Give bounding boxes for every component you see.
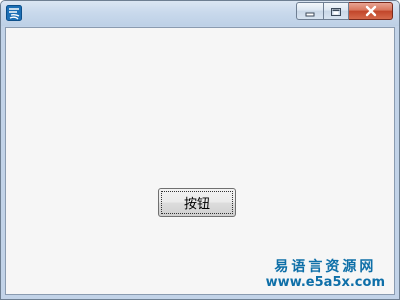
caption-buttons [296,2,393,22]
watermark: 易语言资源网 www.e5a5x.com [265,259,385,290]
watermark-url: www.e5a5x.com [265,274,385,290]
app-window: 按钮 易语言资源网 www.e5a5x.com [0,0,400,300]
main-button[interactable]: 按钮 [158,188,236,217]
close-button[interactable] [349,2,393,20]
minimize-icon [305,2,315,21]
minimize-button[interactable] [296,2,323,20]
app-logo-icon[interactable] [6,5,22,21]
maximize-button[interactable] [323,2,349,20]
watermark-site-name: 易语言资源网 [274,259,377,276]
client-area: 按钮 易语言资源网 www.e5a5x.com [5,27,395,295]
maximize-icon [330,2,342,21]
title-bar[interactable] [1,1,399,26]
close-icon [364,2,378,21]
